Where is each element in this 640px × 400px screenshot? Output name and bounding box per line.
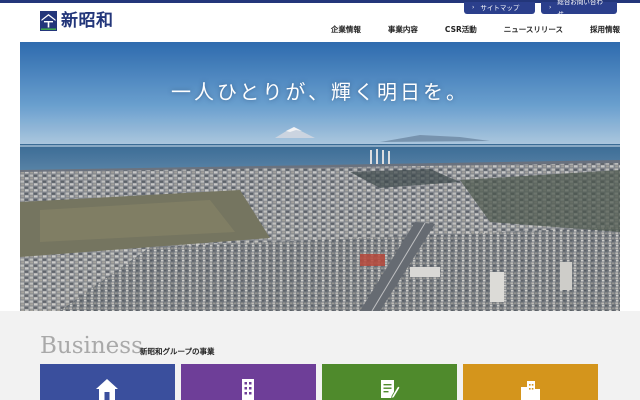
logo-mark-icon [40, 11, 57, 31]
nav-item-company[interactable]: 企業情報 [331, 24, 361, 36]
nav-item-csr[interactable]: CSR活動 [445, 24, 477, 36]
apartment-icon [521, 381, 540, 400]
utility-links: › サイトマップ › 総合お問い合わせ [458, 0, 617, 18]
business-subtitle: 新昭和グループの事業 [140, 347, 215, 356]
global-nav: 企業情報 事業内容 CSR活動 ニュースリリース 採用情報 [304, 24, 620, 36]
business-title: Business [40, 333, 143, 359]
document-pen-icon [381, 380, 400, 400]
sitemap-label: サイトマップ [480, 4, 520, 12]
nav-item-business[interactable]: 事業内容 [388, 24, 418, 36]
chevron-right-icon: › [549, 4, 552, 11]
chevron-right-icon: › [472, 4, 475, 11]
hero-copy: 一人ひとりが、輝く明日を。 [171, 80, 469, 104]
business-section: Business 新昭和グループの事業 [0, 311, 640, 400]
site-logo[interactable]: 新昭和 [40, 11, 114, 31]
building-icon [242, 379, 254, 400]
house-icon [96, 379, 118, 400]
contact-link[interactable]: › 総合お問い合わせ [541, 0, 617, 18]
business-tiles [40, 364, 604, 400]
nav-item-news[interactable]: ニュースリリース [504, 24, 563, 36]
nav-item-recruit[interactable]: 採用情報 [590, 24, 620, 36]
hero-banner: 一人ひとりが、輝く明日を。 [20, 42, 620, 311]
logo-text: 新昭和 [61, 11, 114, 31]
contact-label: 総合お問い合わせ [557, 0, 603, 18]
business-tile-realestate[interactable] [322, 364, 457, 400]
business-tile-building[interactable] [181, 364, 316, 400]
sitemap-link[interactable]: › サイトマップ [464, 2, 535, 14]
business-tile-housing[interactable] [40, 364, 175, 400]
business-tile-apartment[interactable] [463, 364, 598, 400]
